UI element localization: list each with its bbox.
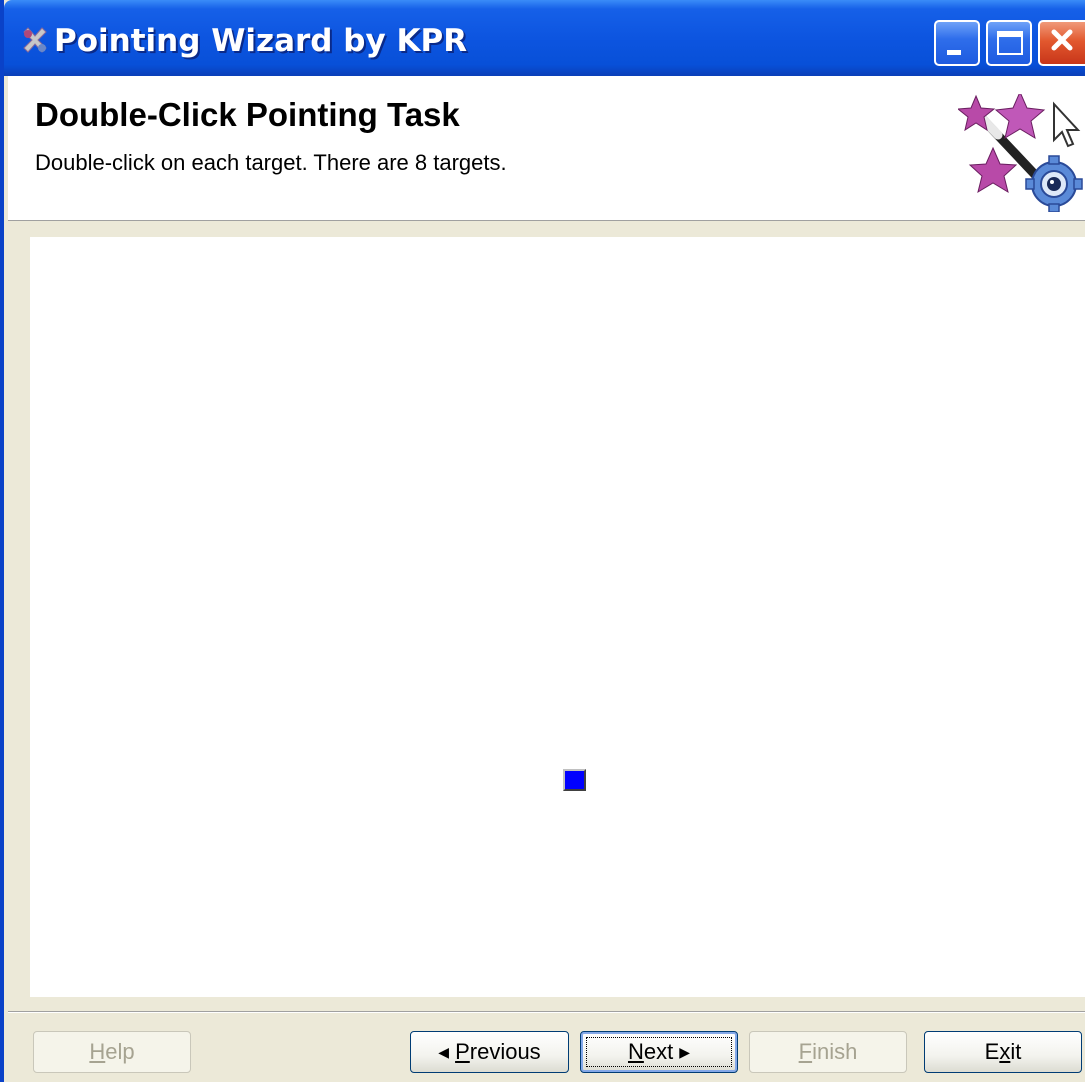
finish-label: inish	[812, 1039, 858, 1064]
minimize-icon	[947, 50, 961, 55]
close-button[interactable]	[1038, 20, 1085, 66]
task-canvas[interactable]	[30, 237, 1085, 997]
help-button[interactable]: Help	[33, 1031, 191, 1073]
title-bar[interactable]: Pointing Wizard by KPR	[4, 0, 1085, 76]
wizard-window: Pointing Wizard by KPR Double-Click Poin…	[0, 0, 1085, 1082]
window-title: Pointing Wizard by KPR	[54, 23, 468, 59]
left-arrow-icon: ◀	[438, 1044, 450, 1060]
maximize-button[interactable]	[986, 20, 1032, 66]
exit-prefix: E	[984, 1039, 1000, 1064]
minimize-button[interactable]	[934, 20, 980, 66]
previous-label: revious	[469, 1039, 541, 1064]
focus-ring	[586, 1037, 732, 1067]
page-instructions: Double-click on each target. There are 8…	[35, 150, 507, 175]
button-separator	[8, 1011, 1085, 1013]
maximize-icon	[997, 31, 1023, 55]
next-button[interactable]: Next ▶	[580, 1031, 738, 1073]
exit-button[interactable]: Exit	[924, 1031, 1082, 1073]
exit-mnemonic: x	[999, 1039, 1011, 1064]
app-icon	[23, 27, 47, 53]
close-icon	[1051, 29, 1073, 51]
previous-mnemonic: P	[455, 1039, 470, 1064]
previous-button[interactable]: ◀ Previous	[410, 1031, 569, 1073]
wizard-header: Double-Click Pointing Task Double-click …	[8, 76, 1085, 221]
page-title: Double-Click Pointing Task	[35, 96, 460, 133]
exit-label: it	[1010, 1039, 1022, 1064]
finish-button[interactable]: Finish	[749, 1031, 907, 1073]
help-label: elp	[105, 1039, 135, 1064]
wizard-logo-icon	[958, 94, 1083, 212]
finish-mnemonic: F	[798, 1039, 813, 1064]
help-mnemonic: H	[89, 1039, 106, 1064]
double-click-target[interactable]	[563, 769, 586, 791]
